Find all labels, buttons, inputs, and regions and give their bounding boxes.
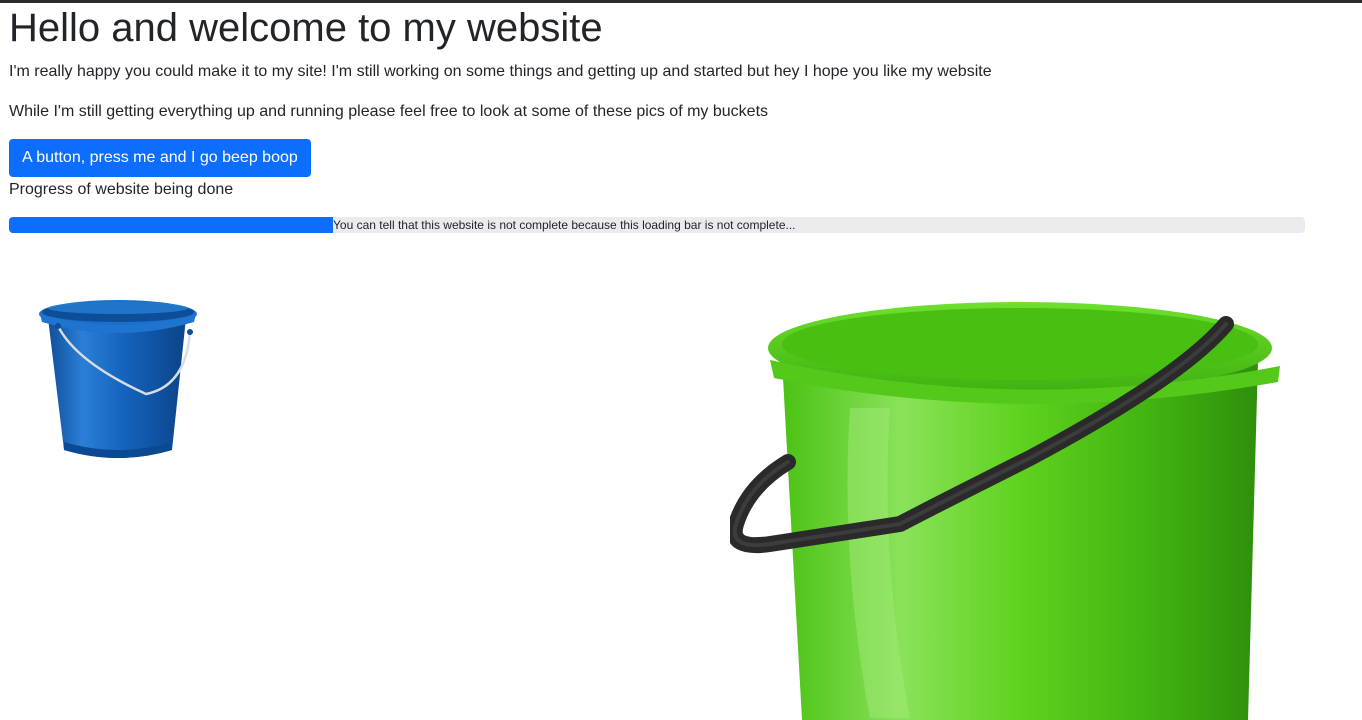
beep-boop-button[interactable]: A button, press me and I go beep boop — [9, 139, 311, 177]
progress-bar: You can tell that this website is not co… — [9, 217, 1305, 233]
green-bucket-image — [730, 302, 1280, 720]
buckets-note-paragraph: While I'm still getting everything up an… — [9, 103, 769, 120]
top-border — [0, 0, 1362, 3]
blue-bucket-image — [39, 300, 197, 458]
progress-bar-fill — [9, 217, 333, 233]
intro-paragraph: I'm really happy you could make it to my… — [9, 63, 992, 80]
progress-label: Progress of website being done — [9, 181, 234, 198]
page-heading: Hello and welcome to my website — [9, 6, 603, 50]
progress-bar-text: You can tell that this website is not co… — [333, 218, 796, 232]
